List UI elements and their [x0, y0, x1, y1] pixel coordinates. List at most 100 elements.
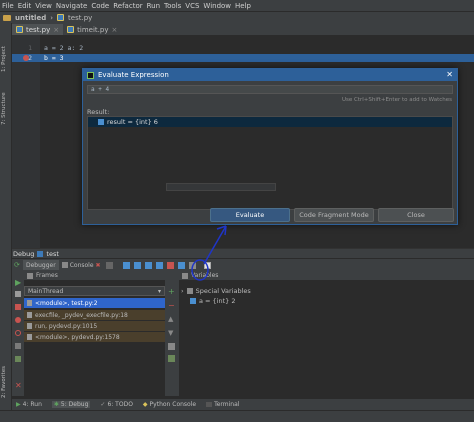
menu-help[interactable]: Help [235, 2, 251, 10]
frame-row[interactable]: <module>, test.py:2 [24, 298, 165, 308]
step-over-icon[interactable] [133, 261, 141, 269]
view-breakpoints-icon[interactable] [15, 317, 21, 323]
menu-view[interactable]: View [35, 2, 52, 10]
frame-row[interactable]: execfile, _pydev_execfile.py:18 [24, 310, 165, 320]
menu-refactor[interactable]: Refactor [113, 2, 142, 10]
frame-label: <module>, pydevd.py:1578 [35, 333, 120, 341]
debug-title: Debug [13, 249, 35, 258]
tab-label: 5: Debug [60, 401, 89, 408]
frame-row[interactable]: run, pydevd.py:1015 [24, 321, 165, 331]
annotation-arrow [191, 225, 227, 281]
todo-tool-tab[interactable]: ✓ 6: TODO [100, 401, 133, 408]
settings-icon[interactable] [15, 343, 21, 349]
result-row[interactable]: result = {int} 6 [88, 117, 452, 127]
close-button[interactable]: Close [378, 208, 454, 222]
close-icon[interactable]: × [53, 26, 59, 34]
run-icon: ▶ [16, 401, 21, 408]
layout-icon[interactable] [105, 261, 113, 269]
menu-tools[interactable]: Tools [164, 2, 181, 10]
python-file-icon [57, 14, 65, 21]
copy-icon[interactable] [168, 343, 175, 350]
close-icon[interactable]: × [111, 26, 117, 34]
tab-label: Debugger [26, 261, 56, 269]
frame-label: execfile, _pydev_execfile.py:18 [35, 311, 128, 319]
pause-icon[interactable] [15, 291, 21, 297]
dialog-title-bar[interactable]: Evaluate Expression [83, 69, 457, 81]
favorites-tool-tab[interactable]: 2: Favorites [1, 361, 11, 403]
menu-code[interactable]: Code [91, 2, 109, 10]
thread-selector[interactable]: MainThread ▾ [24, 286, 165, 296]
move-up-icon[interactable]: ▲ [168, 315, 173, 323]
frames-label: Frames [36, 272, 58, 279]
step-into-icon[interactable] [144, 261, 152, 269]
code-text: a = 2 a: 2 [44, 44, 84, 52]
tab-test-py[interactable]: test.py × [12, 24, 64, 35]
run-tool-tab[interactable]: ▶ 4: Run [16, 401, 42, 408]
variable-icon [98, 119, 104, 125]
chevron-right-icon[interactable]: › [181, 287, 184, 295]
tab-label: timeit.py [77, 25, 109, 34]
breakpoint-icon[interactable] [23, 55, 29, 61]
run-config-name[interactable]: test [46, 250, 58, 258]
menu-file[interactable]: File [2, 2, 14, 10]
tab-debugger[interactable]: Debugger [23, 260, 59, 270]
breadcrumb-project[interactable]: untitled [15, 14, 46, 22]
editor-gutter[interactable] [12, 35, 40, 248]
python-run-config-icon [37, 250, 44, 257]
show-watches-icon[interactable] [168, 355, 175, 362]
structure-tool-tab[interactable]: 7: Structure [1, 87, 11, 131]
close-icon[interactable]: ✕ [15, 381, 22, 390]
menu-window[interactable]: Window [203, 2, 231, 10]
tab-console[interactable]: Console ✖ [59, 260, 104, 270]
editor-tabs: test.py × timeit.py × [12, 23, 474, 35]
frame-icon [27, 312, 32, 318]
debug-window-header: Debug test [12, 248, 474, 258]
frame-icon [27, 334, 32, 340]
bottom-tool-bar: ▶ 4: Run ✱ 5: Debug ✓ 6: TODO ◆ Python C… [12, 399, 474, 410]
move-down-icon[interactable]: ▼ [168, 329, 173, 337]
result-value: result = {int} 6 [107, 118, 158, 126]
tab-timeit-py[interactable]: timeit.py × [63, 24, 121, 35]
show-execution-point-icon[interactable] [122, 261, 130, 269]
console-icon [61, 262, 68, 268]
code-line-current: 2 b = 3 [12, 54, 474, 62]
debug-tool-tab[interactable]: ✱ 5: Debug [51, 401, 91, 408]
force-step-into-icon[interactable] [166, 261, 174, 269]
variable-row[interactable]: a = {int} 2 [190, 296, 236, 306]
code-fragment-mode-button[interactable]: Code Fragment Mode [294, 208, 374, 222]
step-into-my-code-icon[interactable] [155, 261, 163, 269]
resume-icon[interactable]: ▶ [15, 278, 21, 287]
line-number: 1 [28, 44, 32, 52]
frame-icon [27, 323, 32, 329]
pin-icon[interactable] [15, 356, 21, 362]
result-tree[interactable]: result = {int} 6 [87, 116, 453, 210]
menu-vcs[interactable]: VCS [185, 2, 199, 10]
close-icon[interactable]: ✕ [446, 69, 453, 81]
frame-row[interactable]: <module>, pydevd.py:1578 [24, 332, 165, 342]
python-console-tool-tab[interactable]: ◆ Python Console [143, 401, 196, 408]
watches-hint: Use Ctrl+Shift+Enter to add to Watches [341, 97, 452, 103]
terminal-tool-tab[interactable]: Terminal [206, 401, 239, 408]
breadcrumb-file[interactable]: test.py [68, 14, 92, 22]
evaluate-expression-dialog: Evaluate Expression ✕ a + 4 Use Ctrl+Shi… [82, 68, 458, 225]
tab-label: 4: Run [22, 401, 42, 408]
add-watch-icon[interactable]: + [168, 287, 175, 296]
tab-label: Python Console [149, 401, 197, 408]
remove-watch-icon[interactable]: − [168, 301, 175, 310]
variable-icon [190, 298, 196, 304]
tab-label: test.py [26, 25, 51, 34]
mute-breakpoints-icon[interactable] [15, 330, 21, 336]
step-out-icon[interactable] [177, 261, 185, 269]
variable-row[interactable]: › Special Variables [181, 286, 251, 296]
menu-run[interactable]: Run [147, 2, 160, 10]
special-variables-icon [186, 288, 193, 294]
rerun-icon[interactable]: ⟳ [14, 261, 21, 269]
expression-input[interactable]: a + 4 [87, 85, 453, 94]
breadcrumb: untitled › test.py [0, 11, 474, 23]
clear-console-icon[interactable]: ✖ [96, 262, 101, 269]
menu-navigate[interactable]: Navigate [56, 2, 87, 10]
stop-icon[interactable] [15, 304, 21, 310]
project-tool-tab[interactable]: 1: Project [1, 39, 11, 79]
frame-label: run, pydevd.py:1015 [35, 322, 98, 330]
menu-edit[interactable]: Edit [18, 2, 32, 10]
